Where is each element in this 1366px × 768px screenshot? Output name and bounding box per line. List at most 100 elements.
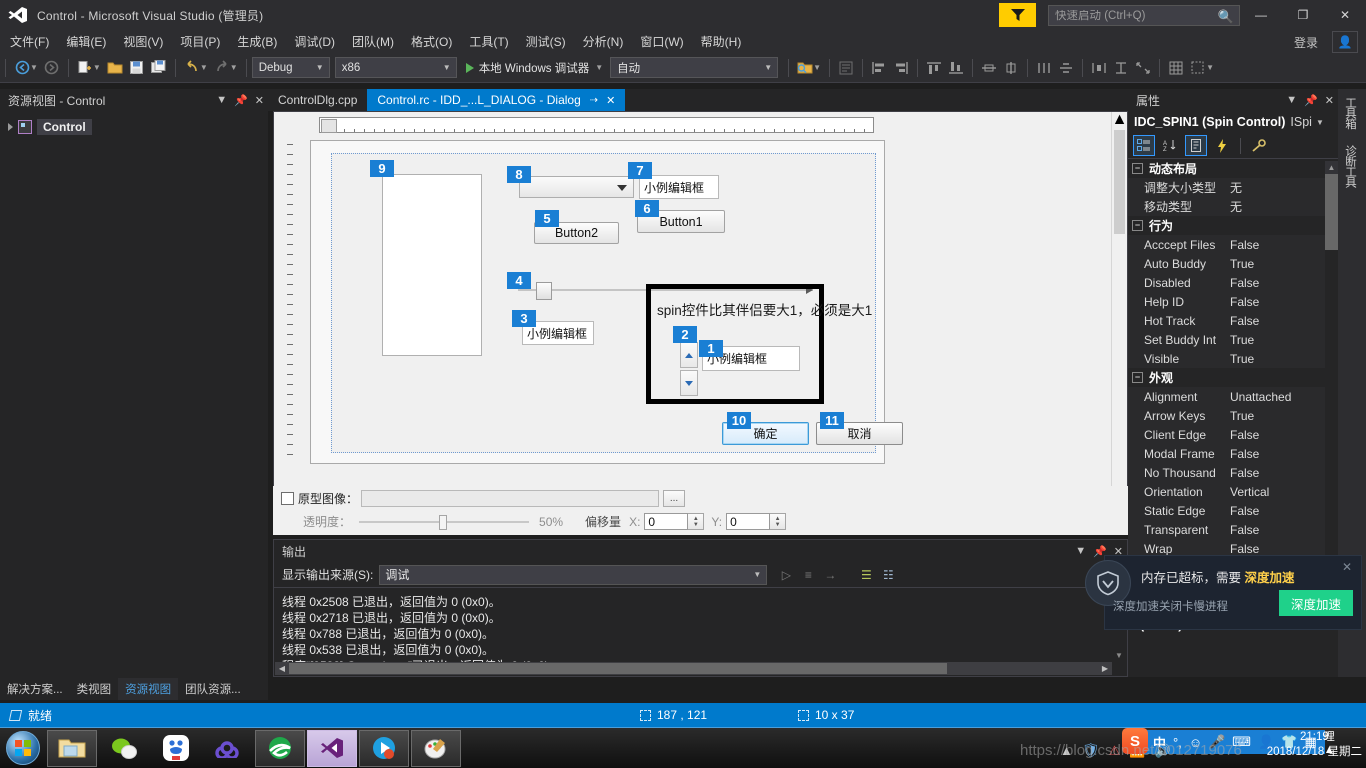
menu-item-file[interactable]: 文件(F) <box>10 33 49 50</box>
menu-item-team[interactable]: 团队(M) <box>352 33 394 50</box>
properties-scrollbar[interactable]: ▲ ▼ <box>1325 161 1338 572</box>
property-row[interactable]: Hot Track False <box>1128 311 1338 330</box>
property-row[interactable]: Acccept Files False <box>1128 235 1338 254</box>
panel-menu-icon[interactable]: ▼ <box>1286 94 1297 106</box>
prototype-image-checkbox[interactable] <box>281 492 294 505</box>
taskbar-wechat[interactable] <box>99 730 149 767</box>
new-item-dropdown-icon[interactable]: ▼ <box>93 63 101 72</box>
property-row[interactable]: Alignment Unattached <box>1128 387 1338 406</box>
space-down-icon[interactable] <box>1055 57 1077 79</box>
offset-x-input[interactable]: 0 <box>644 513 689 530</box>
offset-y-stepper[interactable]: ▲ ▼ <box>770 513 787 530</box>
start-debug-dropdown-icon[interactable]: ▼ <box>595 63 603 72</box>
redo-dropdown-icon[interactable]: ▼ <box>230 63 238 72</box>
chevron-right-icon[interactable] <box>8 123 13 131</box>
menu-item-tools[interactable]: 工具(T) <box>469 33 508 50</box>
menu-item-format[interactable]: 格式(O) <box>411 33 452 50</box>
output-horizontal-scrollbar[interactable]: ◀ ▶ <box>275 662 1112 675</box>
output-menu-icon[interactable]: ▼ <box>1075 545 1086 557</box>
collapse-icon[interactable]: − <box>1132 163 1143 174</box>
center-horizontally-icon[interactable] <box>978 57 1000 79</box>
scroll-thumb[interactable] <box>289 663 947 674</box>
save-all-icon[interactable] <box>148 57 170 79</box>
quick-launch-input[interactable] <box>1049 9 1209 22</box>
menu-item-window[interactable]: 窗口(W) <box>640 33 683 50</box>
menu-item-edit[interactable]: 编辑(E) <box>66 33 106 50</box>
property-row[interactable]: 调整大小类型无 <box>1128 178 1338 197</box>
taskbar-baidu-netdisk[interactable] <box>151 730 201 767</box>
editor-tab-control-rc-dialog[interactable]: Control.rc - IDD_...L_DIALOG - Dialog ⇢ … <box>367 89 626 111</box>
property-row[interactable]: Client Edge False <box>1128 425 1338 444</box>
editor-tab-controldlg-cpp[interactable]: ControlDlg.cpp <box>268 89 367 111</box>
toggle-wordwrap-icon[interactable]: ≡ <box>797 565 819 585</box>
close-button[interactable]: ✕ <box>1324 0 1366 30</box>
property-row[interactable]: Transparent False <box>1128 520 1338 539</box>
alphabetical-view-icon[interactable]: AZ <box>1159 135 1181 156</box>
scroll-up-icon[interactable]: ▲ <box>1112 111 1128 128</box>
scroll-up-icon[interactable]: ▲ <box>1325 161 1338 174</box>
center-in-dialog-horizontal-icon[interactable] <box>1088 57 1110 79</box>
menu-item-debug[interactable]: 调试(D) <box>294 33 335 50</box>
taskbar-file-explorer[interactable] <box>47 729 97 767</box>
account-icon[interactable]: 👤 <box>1332 31 1358 53</box>
property-category[interactable]: − 动态布局 <box>1128 159 1338 178</box>
start-button[interactable] <box>0 729 46 768</box>
offset-x-stepper[interactable]: ▲ ▼ <box>688 513 705 530</box>
vtab-diagnostic-tools[interactable]: 诊断工具 <box>1338 137 1362 195</box>
property-row[interactable]: Arrow Keys True <box>1128 406 1338 425</box>
scroll-left-icon[interactable]: ◀ <box>275 662 289 675</box>
scroll-thumb[interactable] <box>1325 174 1338 250</box>
designer-vertical-scrollbar[interactable]: ▲ ▼ <box>1111 111 1128 535</box>
prototype-image-path-input[interactable] <box>361 490 660 507</box>
solution-platform-combo[interactable]: x86 ▼ <box>334 57 457 78</box>
property-category[interactable]: − 行为 <box>1128 216 1338 235</box>
chevron-down-icon[interactable]: ▼ <box>1316 118 1324 127</box>
open-file-icon[interactable] <box>104 57 126 79</box>
navigate-forward-icon[interactable] <box>41 57 63 79</box>
output-settings-icon[interactable]: ☷ <box>877 565 899 585</box>
taskbar-infinity-app[interactable] <box>203 730 253 767</box>
dialog-surface[interactable]: 9 8 小例编辑框 7 Button1 6 Button2 5 4 小例编辑框 … <box>331 153 903 453</box>
property-row[interactable]: Modal Frame False <box>1128 444 1338 463</box>
goto-message-icon[interactable]: → <box>819 565 841 585</box>
tab-solution-explorer[interactable]: 解决方案... <box>0 678 70 700</box>
undo-dropdown-icon[interactable]: ▼ <box>200 63 208 72</box>
property-category[interactable]: − 外观 <box>1128 368 1338 387</box>
quick-launch-box[interactable]: 🔍 <box>1048 5 1240 26</box>
filter-icon[interactable]: ☰ <box>855 565 877 585</box>
dialog-canvas[interactable]: 9 8 小例编辑框 7 Button1 6 Button2 5 4 小例编辑框 … <box>310 140 903 464</box>
signin-link[interactable]: 登录 <box>1294 34 1318 51</box>
pin-icon[interactable]: 📌 <box>1304 94 1318 107</box>
menu-item-help[interactable]: 帮助(H) <box>701 33 742 50</box>
find-dropdown-icon[interactable]: ▼ <box>813 63 821 72</box>
align-bottoms-icon[interactable] <box>945 57 967 79</box>
scroll-thumb[interactable] <box>1114 130 1125 234</box>
property-row[interactable]: Auto Buddy True <box>1128 254 1338 273</box>
save-icon[interactable] <box>126 57 148 79</box>
panel-menu-icon[interactable]: ▼ <box>216 94 227 106</box>
tab-order-icon[interactable] <box>1165 57 1187 79</box>
menu-item-analyze[interactable]: 分析(N) <box>583 33 624 50</box>
close-icon[interactable]: ✕ <box>606 94 615 107</box>
designer-spin-control[interactable] <box>680 342 698 396</box>
toolbar-overflow-icon[interactable]: ▼ <box>1206 63 1214 72</box>
toggle-guides-icon[interactable] <box>1132 57 1154 79</box>
transparency-slider[interactable] <box>359 514 530 530</box>
menu-item-test[interactable]: 测试(S) <box>526 33 566 50</box>
center-in-dialog-vertical-icon[interactable] <box>1110 57 1132 79</box>
spin-up-button[interactable] <box>680 342 698 368</box>
center-vertically-icon[interactable] <box>1000 57 1022 79</box>
ad-popup[interactable]: 内存已超标，需要 深度加速 深度加速关闭卡慢进程 深度加速 ✕ <box>1085 555 1362 630</box>
taskbar-ie-browser[interactable] <box>255 729 305 767</box>
tree-item-control[interactable]: Control <box>0 117 268 137</box>
property-row[interactable]: 移动类型无 <box>1128 197 1338 216</box>
property-row[interactable]: No Thousand False <box>1128 463 1338 482</box>
test-explorer-icon[interactable] <box>835 57 857 79</box>
scroll-right-icon[interactable]: ▶ <box>1098 662 1112 675</box>
start-debug-button[interactable]: 本地 Windows 调试器 ▼ <box>465 60 606 76</box>
categorized-view-icon[interactable] <box>1133 135 1155 156</box>
tab-resource-view[interactable]: 资源视图 <box>118 678 179 700</box>
browse-button[interactable]: ... <box>663 490 686 507</box>
notification-flag-icon[interactable] <box>999 3 1036 27</box>
events-icon[interactable] <box>1211 135 1233 156</box>
